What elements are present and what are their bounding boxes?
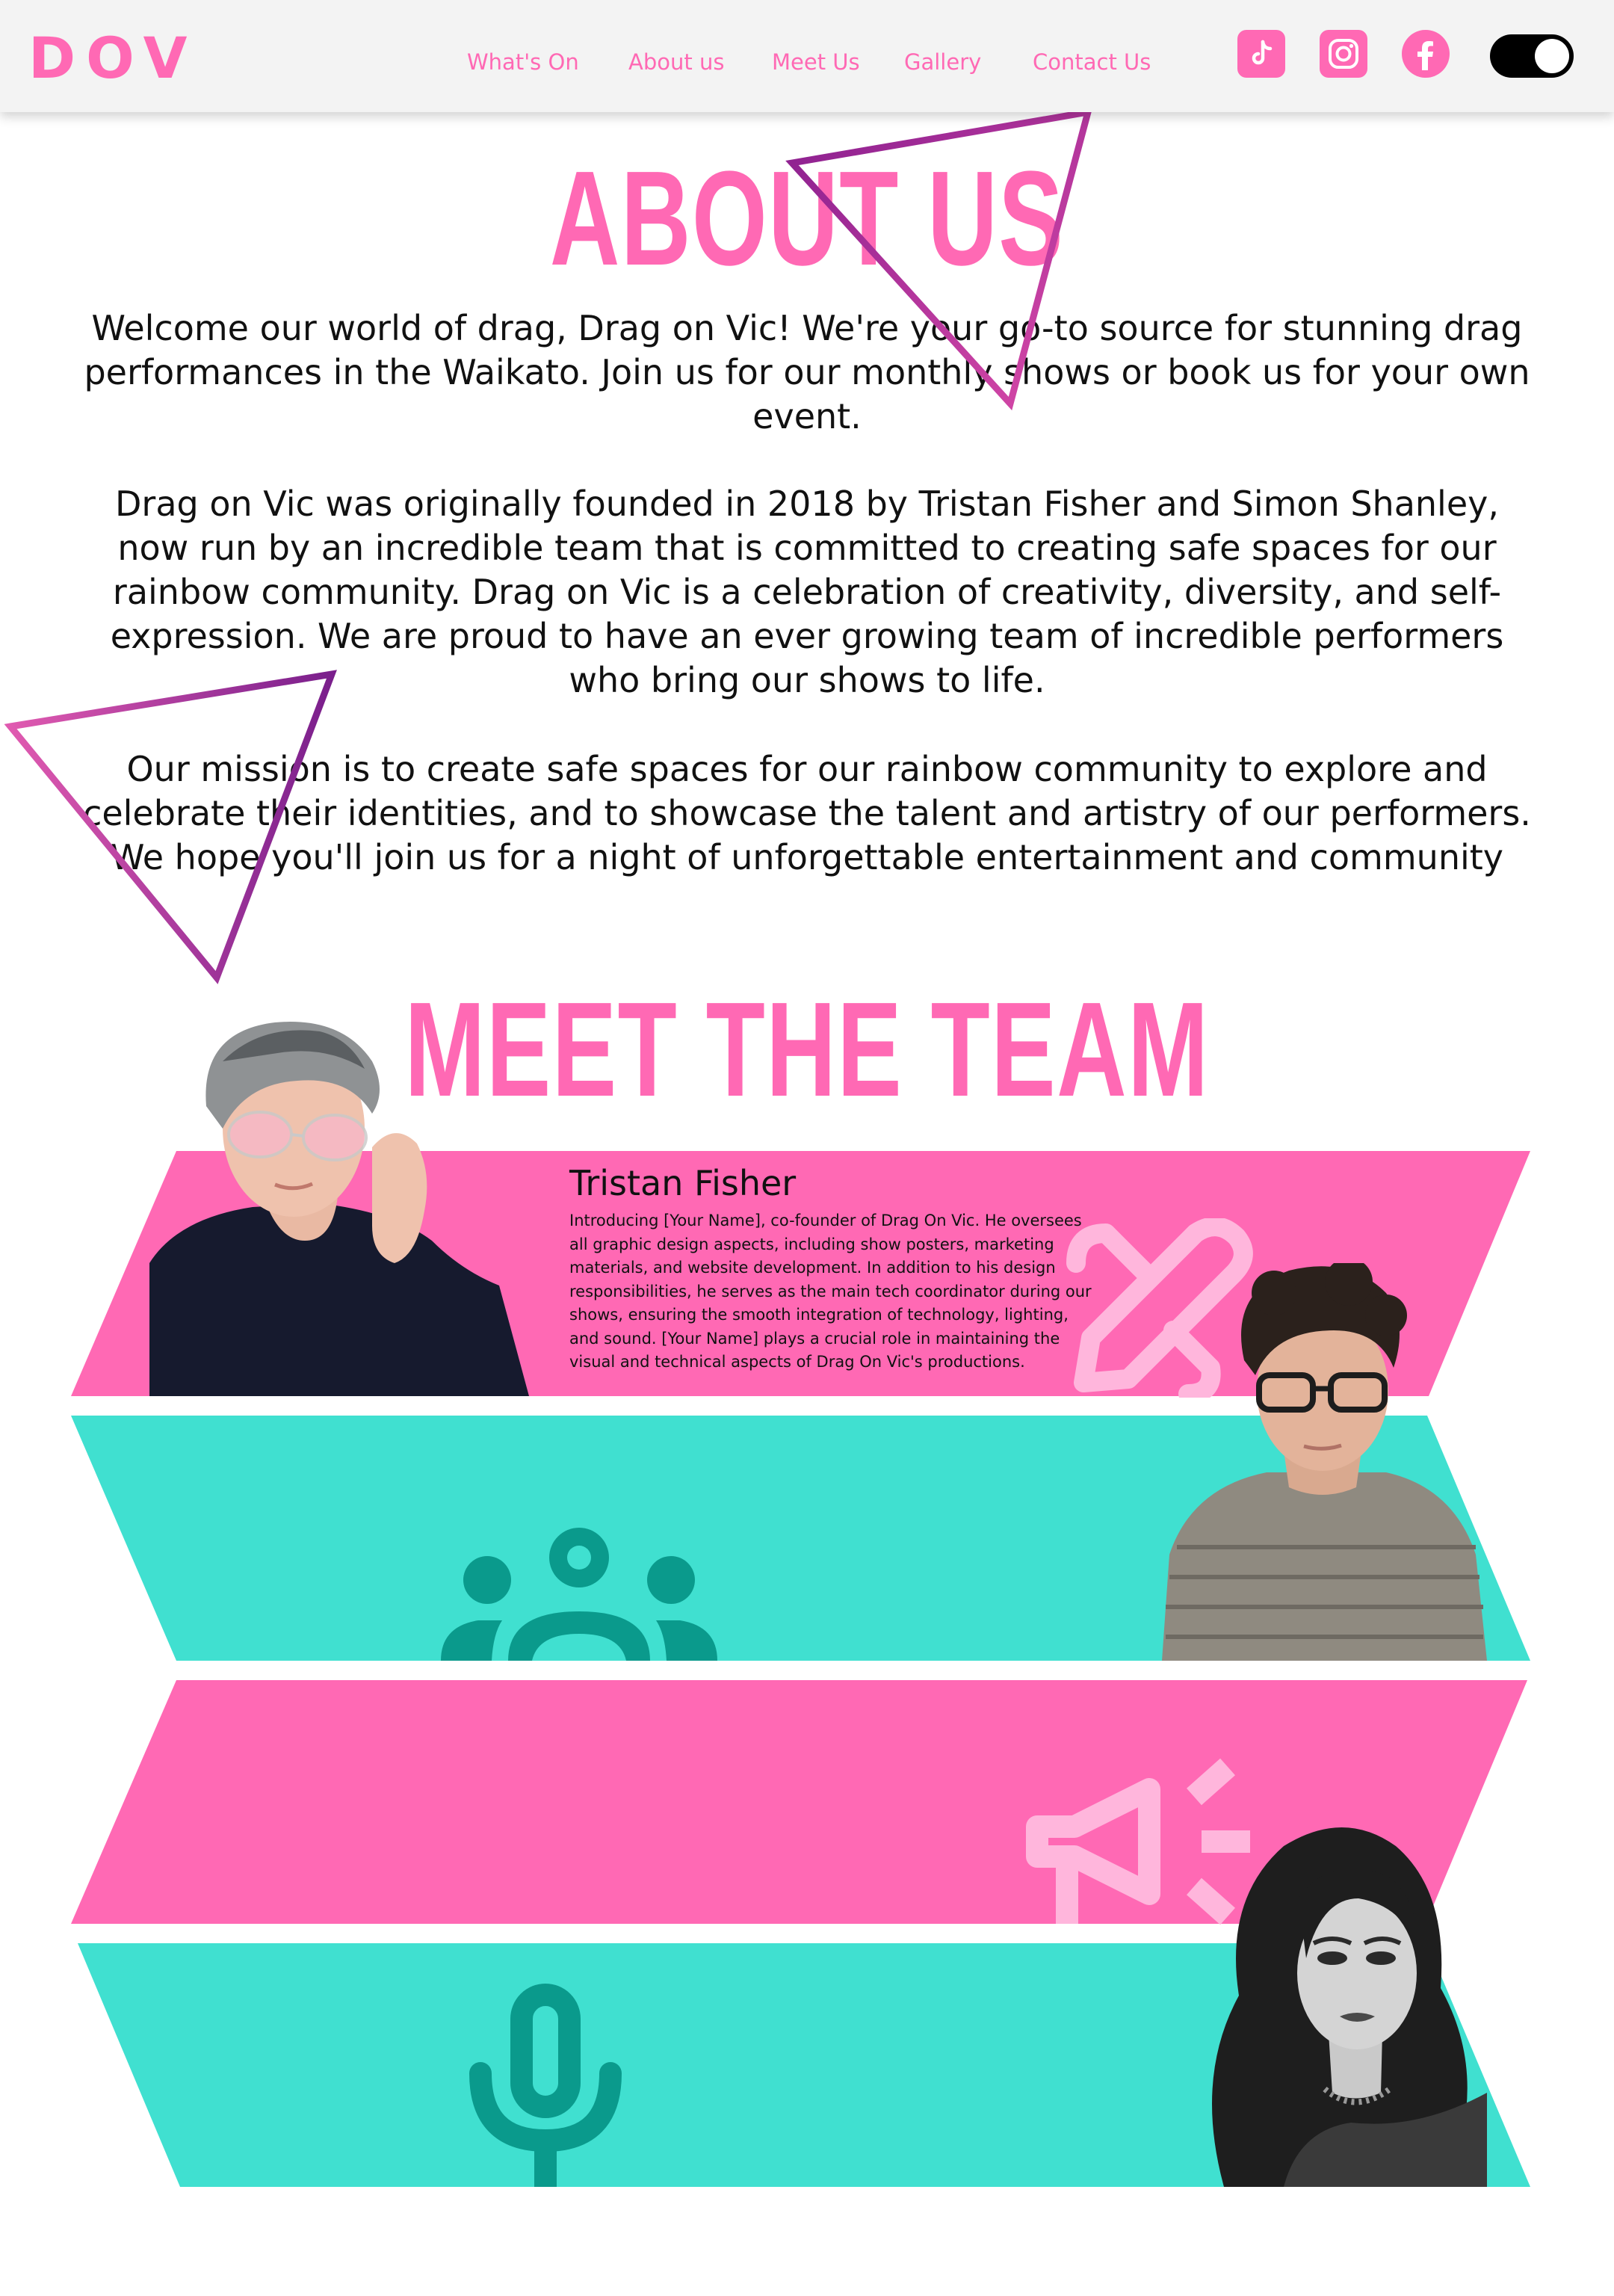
member-name: Tristan Fisher	[569, 1163, 797, 1203]
facebook-icon[interactable]	[1402, 30, 1450, 78]
nav-link-gallery[interactable]: Gallery	[904, 49, 981, 75]
instagram-icon[interactable]	[1320, 30, 1367, 78]
tiktok-icon[interactable]	[1237, 30, 1285, 78]
facebook-glyph	[1417, 41, 1433, 70]
member-photo-tristan	[149, 1022, 529, 1396]
nav-link-meet-us[interactable]: Meet Us	[772, 49, 860, 75]
navbar: DOV What's On About us Meet Us Gallery C…	[0, 0, 1614, 112]
member-photo-2	[1162, 1263, 1487, 1661]
nav-links: What's On About us Meet Us Gallery Conta…	[0, 0, 1614, 112]
nav-link-contact-us[interactable]: Contact Us	[1033, 49, 1151, 75]
tiktok-glyph	[1252, 40, 1273, 65]
theme-toggle[interactable]	[1490, 34, 1574, 78]
nav-link-about-us[interactable]: About us	[628, 49, 724, 75]
instagram-glyph	[1329, 39, 1358, 69]
microphone-icon	[469, 1984, 622, 2187]
member-photo-3	[1212, 1827, 1487, 2187]
theme-toggle-knob	[1535, 39, 1569, 73]
group-icon	[441, 1528, 717, 1661]
nav-link-whats-on[interactable]: What's On	[467, 49, 579, 75]
member-bio: Introducing [Your Name], co-founder of D…	[569, 1212, 1092, 1371]
